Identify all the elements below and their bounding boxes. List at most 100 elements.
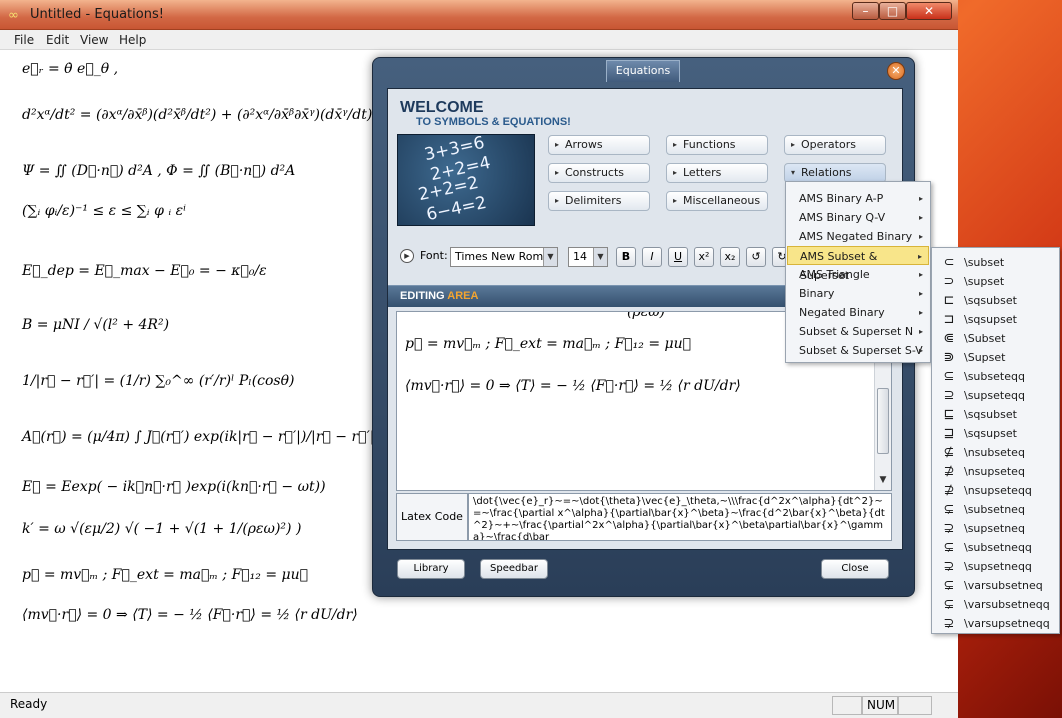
chevron-right-icon: ▸ [555,168,560,177]
supsetneq-icon: ⊋ [943,521,955,536]
menu-edit[interactable]: Edit [46,33,69,47]
equation[interactable]: E⃗_dep = E⃗_max − E⃗₀ = − κ⃗₀/ε [22,263,267,279]
supset-icon: ⊃ [943,274,955,289]
menu-file[interactable]: File [14,33,34,47]
symbol-subseteqq[interactable]: ⊆ \subseteqq [932,367,1059,386]
menu-item-subset-superset-n[interactable]: Subset & Superset N ▸ [787,322,929,341]
status-cell [832,696,862,715]
category-delimiters-button[interactable]: ▸ Delimiters [548,191,650,211]
symbol-sqsubset[interactable]: ⊏ \sqsubset [932,291,1059,310]
subscript-button[interactable]: x₂ [720,247,740,267]
font-select[interactable]: Times New Roman ▼ [450,247,558,267]
equation[interactable]: E⃗ = Eexp( − ik⃗n⃗·r⃗ )exp(i(kn⃗·r⃗ − ωt… [22,479,326,495]
subset-icon: ⊂ [943,255,955,270]
equation[interactable]: ⟨mv⃗·r⃗⟩ = 0 ⇒ ⟨T⟩ = − ½ ⟨F⃗·r⃗⟩ = ½ ⟨r … [22,607,358,623]
menu-item-negated-binary[interactable]: Negated Binary ▸ [787,303,929,322]
symbol-supset[interactable]: ⊃ \supset [932,272,1059,291]
chevron-right-icon: ▸ [673,168,678,177]
menu-view[interactable]: View [80,33,108,47]
equation[interactable]: e⃗ᵣ = θ̇ e⃗_θ , [22,61,118,77]
speedbar-button[interactable]: Speedbar [480,559,548,579]
equation[interactable]: A⃗(r⃗) = (μ/4π) ∫ J⃗(r⃗′) exp(ik|r⃗ − r⃗… [22,429,412,445]
category-arrows-button[interactable]: ▸ Arrows [548,135,650,155]
latex-code-field[interactable]: \dot{\vec{e}_r}~=~\dot{\theta}\vec{e}_\t… [468,493,892,541]
category-letters-button[interactable]: ▸ Letters [666,163,768,183]
menu-help[interactable]: Help [119,33,146,47]
menu-item-ams-triangle[interactable]: AMS Triangle ▸ [787,265,929,284]
varsubsetneq-icon: ⊊ [943,578,955,593]
symbol-varsubsetneq[interactable]: ⊊ \varsubsetneq [932,576,1059,595]
chalkboard-image: 3+3=6 2+2=4 2+2=2 6−4=2 [397,134,535,226]
category-functions-button[interactable]: ▸ Functions [666,135,768,155]
menu-item-ams-binary-q-v[interactable]: AMS Binary Q-V ▸ [787,208,929,227]
undo-button[interactable]: ↺ [746,247,766,267]
chevron-right-icon: ▸ [555,196,560,205]
menu-item-binary[interactable]: Binary ▸ [787,284,929,303]
editor-line[interactable]: p⃗ = mv⃗ₘ ; F⃗_ext = ma⃗ₘ ; F⃗₁₂ = μu⃗ [405,336,691,352]
sqsubseteq-icon: ⊑ [943,407,955,422]
equation[interactable]: (∑ᵢ φᵢ/ε)⁻¹ ≤ ε ≤ ∑ᵢ φ ᵢ εⁱ [22,203,186,219]
double-supset-icon: ⋑ [943,350,955,365]
symbol-nsupseteq[interactable]: ⊉ \nsupseteq [932,462,1059,481]
equation[interactable]: 1/|r⃗ − r⃗′| = (1/r) ∑₀^∞ (r′/r)ˡ Pₗ(cos… [22,373,295,389]
chevron-right-icon: ▸ [917,252,922,261]
symbol-Subset[interactable]: ⋐ \Subset [932,329,1059,348]
symbol-subsetneq[interactable]: ⊊ \subsetneq [932,500,1059,519]
chevron-right-icon: ▸ [918,270,923,279]
symbol-sqsupset[interactable]: ⊐ \sqsupset [932,310,1059,329]
menu-item-ams-negated-binary[interactable]: AMS Negated Binary ▸ [787,227,929,246]
symbol-nsubseteq[interactable]: ⊈ \nsubseteq [932,443,1059,462]
symbol-supsetneq[interactable]: ⊋ \supsetneq [932,519,1059,538]
category-relations-button[interactable]: ▾ Relations [784,163,886,183]
num-lock-indicator: NUM [862,696,898,715]
scrollbar-thumb[interactable] [877,388,889,454]
italic-button[interactable]: I [642,247,662,267]
close-window-button[interactable]: ✕ [906,2,952,20]
chevron-right-icon: ▸ [918,289,923,298]
font-toolbar: ▶ Font: Times New Roman ▼ 14 ▼ B I U x² x₂… [400,246,820,268]
symbol-varsupsetneqq[interactable]: ⊋ \varsupsetneqq [932,614,1059,633]
equation[interactable]: p⃗ = mv⃗ₘ ; F⃗_ext = ma⃗ₘ ; F⃗₁₂ = μu⃗ [22,567,308,583]
symbol-supseteqq[interactable]: ⊇ \supseteqq [932,386,1059,405]
equation[interactable]: d²xᵅ/dt² = (∂xᵅ/∂x̄ᵝ)(d²x̄ᵝ/dt²) + (∂²xᵅ… [22,107,424,123]
minimize-button[interactable]: – [852,2,879,20]
play-icon[interactable]: ▶ [400,249,414,263]
category-miscellaneous-button[interactable]: ▸ Miscellaneous [666,191,768,211]
chevron-right-icon: ▸ [555,140,560,149]
supsetneqq-icon: ⊋ [943,559,955,574]
scroll-down-icon[interactable]: ▼ [876,475,890,489]
symbol-sqsupset-2[interactable]: ⊒ \sqsupset [932,424,1059,443]
symbol-Supset[interactable]: ⋑ \Supset [932,348,1059,367]
menu-item-ams-subset-superset[interactable]: AMS Subset & Superset ▸ [787,246,929,282]
editor-line[interactable]: ⟨mv⃗·r⃗⟩ = 0 ⇒ ⟨T⟩ = − ½ ⟨F⃗·r⃗⟩ = ½ ⟨r … [405,378,741,394]
symbol-nsupseteqq[interactable]: ⊉ \nsupseteqq [932,481,1059,500]
superscript-button[interactable]: x² [694,247,714,267]
dialog-close-icon[interactable]: ✕ [887,62,905,80]
equation[interactable]: k′ = ω √(εμ/2) √( −1 + √(1 + 1/(ρεω)²) ) [22,521,301,537]
library-button[interactable]: Library [397,559,465,579]
equation[interactable]: B = μNI / √(l² + 4R²) [22,317,169,333]
symbol-subsetneqq[interactable]: ⊊ \subsetneqq [932,538,1059,557]
symbol-supsetneqq[interactable]: ⊋ \supsetneqq [932,557,1059,576]
font-size-select[interactable]: 14 ▼ [568,247,608,267]
symbol-subset[interactable]: ⊂ \subset [932,253,1059,272]
equation[interactable]: Ψ = ∬ (D⃗·n⃗) d²A , Φ = ∬ (B⃗·n⃗) d²A [22,163,295,179]
close-button[interactable]: Close [821,559,889,579]
menu-item-ams-binary-a-p[interactable]: AMS Binary A-P ▸ [787,189,929,208]
chevron-down-icon: ▼ [593,248,607,266]
title-bar[interactable]: ∞ Untitled - Equations! – □ ✕ [0,0,958,30]
symbol-varsubsetneqq[interactable]: ⊊ \varsubsetneqq [932,595,1059,614]
sqsubset-icon: ⊏ [943,293,955,308]
status-text: Ready [10,697,48,711]
maximize-button[interactable]: □ [879,2,906,20]
bold-button[interactable]: B [616,247,636,267]
category-constructs-button[interactable]: ▸ Constructs [548,163,650,183]
underline-button[interactable]: U [668,247,688,267]
chevron-right-icon: ▸ [918,194,923,203]
dialog-tab-equations[interactable]: Equations [606,60,680,82]
chevron-down-icon: ▾ [791,168,796,177]
menu-item-subset-superset-s-v[interactable]: Subset & Superset S-V ▸ [787,341,929,360]
category-operators-button[interactable]: ▸ Operators [784,135,886,155]
chevron-right-icon: ▸ [918,327,923,336]
symbol-sqsubset-2[interactable]: ⊑ \sqsubset [932,405,1059,424]
